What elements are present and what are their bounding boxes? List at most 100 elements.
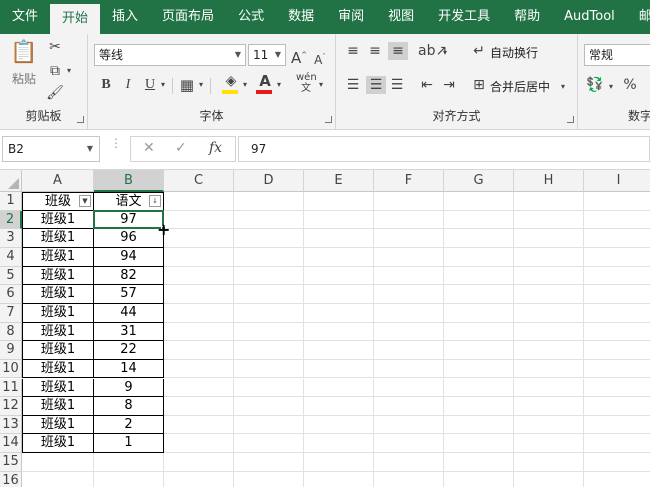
phonetic-icon[interactable]: wén 文 bbox=[296, 72, 317, 94]
row-header-1[interactable]: 1 bbox=[0, 192, 22, 211]
cell-b7[interactable]: 44 bbox=[94, 303, 164, 323]
cell-e5[interactable] bbox=[304, 266, 374, 286]
row-header-10[interactable]: 10 bbox=[0, 359, 22, 379]
cell-g15[interactable] bbox=[444, 453, 514, 472]
cell-c9[interactable] bbox=[164, 341, 234, 360]
cell-e9[interactable] bbox=[304, 341, 374, 360]
cell-g9[interactable] bbox=[444, 341, 514, 360]
cell-c7[interactable] bbox=[164, 303, 234, 323]
cell-i15[interactable] bbox=[584, 453, 650, 472]
cell-c2[interactable] bbox=[164, 210, 234, 230]
cell-d9[interactable] bbox=[234, 341, 304, 360]
cell-b11[interactable]: 9 bbox=[94, 378, 164, 398]
cell-a5[interactable]: 班级1 bbox=[22, 266, 94, 286]
italic-button[interactable]: I bbox=[120, 76, 136, 94]
cell-h3[interactable] bbox=[514, 229, 584, 248]
row-header-9[interactable]: 9 bbox=[0, 341, 22, 360]
cell-f9[interactable] bbox=[374, 341, 444, 360]
tab-8[interactable]: 开发工具 bbox=[426, 0, 502, 34]
cell-a10[interactable]: 班级1 bbox=[22, 359, 94, 379]
cell-e6[interactable] bbox=[304, 285, 374, 304]
cell-b4[interactable]: 94 bbox=[94, 247, 164, 267]
border-dropdown-icon[interactable]: ▾ bbox=[196, 76, 206, 94]
cell-h10[interactable] bbox=[514, 359, 584, 379]
cell-e15[interactable] bbox=[304, 453, 374, 472]
cell-a16[interactable] bbox=[22, 471, 94, 487]
cell-c13[interactable] bbox=[164, 415, 234, 435]
cell-e7[interactable] bbox=[304, 303, 374, 323]
cell-c8[interactable] bbox=[164, 322, 234, 342]
cell-a6[interactable]: 班级1 bbox=[22, 285, 94, 304]
cell-f10[interactable] bbox=[374, 359, 444, 379]
cell-i11[interactable] bbox=[584, 379, 650, 398]
cell-i2[interactable] bbox=[584, 211, 650, 230]
wrap-text-icon[interactable]: ↵ bbox=[470, 42, 488, 60]
tab-1[interactable]: 开始 bbox=[50, 4, 101, 34]
cell-e13[interactable] bbox=[304, 415, 374, 435]
cell-e16[interactable] bbox=[304, 471, 374, 487]
cell-d4[interactable] bbox=[234, 247, 304, 267]
cell-d3[interactable] bbox=[234, 229, 304, 248]
cell-d5[interactable] bbox=[234, 266, 304, 286]
cell-a12[interactable]: 班级1 bbox=[22, 397, 94, 416]
cell-a13[interactable]: 班级1 bbox=[22, 415, 94, 435]
cell-b5[interactable]: 82 bbox=[94, 266, 164, 286]
insert-function-icon[interactable]: fx bbox=[209, 140, 222, 156]
row-header-14[interactable]: 14 bbox=[0, 434, 22, 454]
cell-e10[interactable] bbox=[304, 359, 374, 379]
cell-d7[interactable] bbox=[234, 303, 304, 323]
cell-h4[interactable] bbox=[514, 247, 584, 267]
cell-g13[interactable] bbox=[444, 415, 514, 435]
cell-c1[interactable] bbox=[164, 192, 234, 211]
column-header-g[interactable]: G bbox=[444, 170, 514, 192]
filter-dropdown-icon[interactable]: ▼ bbox=[79, 195, 91, 207]
fill-color-icon[interactable]: ◈ bbox=[222, 72, 240, 90]
cell-g5[interactable] bbox=[444, 266, 514, 286]
row-header-7[interactable]: 7 bbox=[0, 303, 22, 323]
cell-e8[interactable] bbox=[304, 322, 374, 342]
cell-h16[interactable] bbox=[514, 471, 584, 487]
paste-icon[interactable]: 📋 bbox=[10, 40, 37, 66]
cell-g3[interactable] bbox=[444, 229, 514, 248]
cell-f11[interactable] bbox=[374, 378, 444, 398]
cell-c4[interactable] bbox=[164, 247, 234, 267]
font-color-dropdown-icon[interactable]: ▾ bbox=[274, 76, 284, 94]
cell-h14[interactable] bbox=[514, 434, 584, 454]
cell-g7[interactable] bbox=[444, 303, 514, 323]
cell-g1[interactable] bbox=[444, 192, 514, 211]
cell-d8[interactable] bbox=[234, 322, 304, 342]
cell-h11[interactable] bbox=[514, 378, 584, 398]
cell-f3[interactable] bbox=[374, 229, 444, 248]
cell-b6[interactable]: 57 bbox=[94, 285, 164, 304]
cell-h6[interactable] bbox=[514, 285, 584, 304]
cell-c10[interactable] bbox=[164, 359, 234, 379]
align-middle-icon[interactable]: ≡ bbox=[366, 42, 384, 60]
cell-e12[interactable] bbox=[304, 397, 374, 416]
select-all-button[interactable] bbox=[0, 170, 22, 192]
enter-icon[interactable]: ✓ bbox=[175, 140, 187, 156]
tab-7[interactable]: 视图 bbox=[376, 0, 426, 34]
row-header-5[interactable]: 5 bbox=[0, 266, 22, 286]
cell-a2[interactable]: 班级1 bbox=[22, 210, 94, 230]
row-header-12[interactable]: 12 bbox=[0, 397, 22, 416]
cell-f14[interactable] bbox=[374, 434, 444, 454]
alignment-launcher-icon[interactable] bbox=[567, 116, 574, 123]
font-launcher-icon[interactable] bbox=[325, 116, 332, 123]
cell-a11[interactable]: 班级1 bbox=[22, 378, 94, 398]
column-header-i[interactable]: I bbox=[584, 170, 650, 192]
phonetic-dropdown-icon[interactable]: ▾ bbox=[316, 76, 326, 94]
tab-6[interactable]: 审阅 bbox=[326, 0, 376, 34]
row-header-8[interactable]: 8 bbox=[0, 322, 22, 342]
font-name-select[interactable]: 等线 ▼ bbox=[94, 44, 246, 66]
cell-c11[interactable] bbox=[164, 378, 234, 398]
formula-input[interactable]: 97 bbox=[238, 136, 650, 162]
cell-h13[interactable] bbox=[514, 415, 584, 435]
column-header-h[interactable]: H bbox=[514, 170, 584, 192]
cell-d13[interactable] bbox=[234, 415, 304, 435]
cell-f2[interactable] bbox=[374, 210, 444, 230]
cell-a4[interactable]: 班级1 bbox=[22, 247, 94, 267]
row-header-16[interactable]: 16 bbox=[0, 471, 22, 487]
cell-d10[interactable] bbox=[234, 359, 304, 379]
cell-a8[interactable]: 班级1 bbox=[22, 322, 94, 342]
cell-f13[interactable] bbox=[374, 415, 444, 435]
